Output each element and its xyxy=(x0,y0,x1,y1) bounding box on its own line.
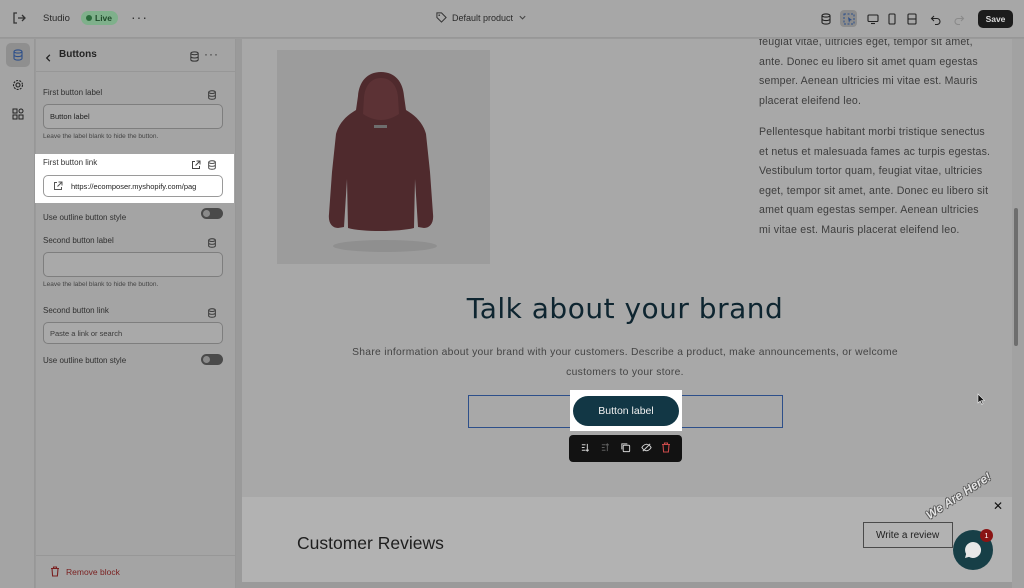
hide-eye-icon[interactable] xyxy=(641,440,652,458)
panel-header: Buttons ··· xyxy=(36,39,236,72)
body-text-column: feugiat vitae, ultricies eget, tempor si… xyxy=(759,39,991,252)
reviews-section: Customer Reviews Write a review xyxy=(242,497,1012,582)
chat-unread-badge: 1 xyxy=(980,529,993,542)
outline-style-toggle[interactable] xyxy=(201,354,223,365)
duplicate-icon[interactable] xyxy=(620,440,631,458)
left-rail xyxy=(0,39,35,588)
outline-style-label: Use outline button style xyxy=(43,213,127,222)
dynamic-source-icon[interactable] xyxy=(207,157,217,175)
dynamic-source-icon[interactable] xyxy=(207,235,217,253)
top-bar: Studio Live ··· Default product Save xyxy=(0,0,1024,38)
first-button-link-group: First button link https://ecomposer.mysh… xyxy=(35,154,234,203)
first-button-label-heading: First button label xyxy=(43,88,103,97)
external-link-icon[interactable] xyxy=(191,157,201,175)
first-button-help-text: Leave the label blank to hide the button… xyxy=(43,133,159,140)
database-icon[interactable] xyxy=(817,10,834,27)
move-up-icon[interactable] xyxy=(600,440,611,458)
product-selector-label: Default product xyxy=(452,12,514,23)
studio-label: Studio xyxy=(43,13,70,24)
trash-icon xyxy=(51,566,59,577)
chat-bubble-icon xyxy=(965,541,982,558)
save-button[interactable]: Save xyxy=(978,10,1013,28)
store-preview: feugiat vitae, ultricies eget, tempor si… xyxy=(242,39,1012,582)
outline-style-label: Use outline button style xyxy=(43,356,127,365)
external-link-icon xyxy=(54,181,63,190)
first-button-label-input[interactable]: Button label xyxy=(43,104,223,129)
apps-icon[interactable] xyxy=(6,102,30,126)
settings-gear-icon[interactable] xyxy=(6,73,30,97)
fullscreen-icon[interactable] xyxy=(903,10,920,27)
live-dot-icon xyxy=(86,15,92,21)
primary-cta-button[interactable]: Button label xyxy=(573,396,679,426)
remove-block-button[interactable]: Remove block xyxy=(50,566,120,577)
second-button-help-text: Leave the label blank to hide the button… xyxy=(43,281,159,288)
more-options-icon[interactable]: ··· xyxy=(204,47,219,61)
block-toolbar xyxy=(569,435,682,462)
sections-icon[interactable] xyxy=(6,43,30,67)
desktop-view-icon[interactable] xyxy=(864,10,881,27)
reviews-heading: Customer Reviews xyxy=(297,533,444,553)
scrollbar-thumb[interactable] xyxy=(1014,208,1018,346)
outline-style-toggle[interactable] xyxy=(201,208,223,219)
brand-description: Share information about your brand with … xyxy=(352,347,898,378)
second-button-label-input[interactable] xyxy=(43,252,223,277)
second-button-link-heading: Second button link xyxy=(43,306,109,315)
back-chevron-icon[interactable] xyxy=(44,50,53,68)
body-paragraph: Pellentesque habitant morbi tristique se… xyxy=(759,126,991,236)
dynamic-source-icon[interactable] xyxy=(207,305,217,323)
write-review-button[interactable]: Write a review xyxy=(863,522,953,548)
dynamic-source-icon[interactable] xyxy=(207,87,217,105)
redo-icon[interactable] xyxy=(950,10,967,27)
mobile-view-icon[interactable] xyxy=(883,10,900,27)
delete-trash-icon[interactable] xyxy=(661,440,671,458)
live-badge-label: Live xyxy=(95,13,113,23)
chevron-down-icon xyxy=(519,15,526,20)
exit-icon[interactable] xyxy=(11,10,27,26)
first-button-link-value: https://ecomposer.myshopify.com/pag xyxy=(71,181,197,191)
product-selector[interactable]: Default product xyxy=(436,12,527,23)
panel-title: Buttons xyxy=(59,49,97,60)
live-status-badge: Live xyxy=(81,11,119,25)
body-paragraph: feugiat vitae, ultricies eget, tempor si… xyxy=(759,39,978,107)
mouse-cursor-icon xyxy=(977,392,986,410)
settings-panel: Buttons ··· First button label Button la… xyxy=(36,39,236,588)
remove-block-label: Remove block xyxy=(66,566,120,577)
undo-icon[interactable] xyxy=(927,10,944,27)
dynamic-source-icon[interactable] xyxy=(189,49,200,67)
close-icon[interactable]: ✕ xyxy=(993,499,1003,513)
brand-heading: Talk about your brand xyxy=(466,292,784,325)
more-options-icon[interactable]: ··· xyxy=(131,10,148,24)
move-block-icon[interactable] xyxy=(580,440,591,458)
divider xyxy=(36,555,236,556)
product-image xyxy=(277,50,490,264)
second-button-label-heading: Second button label xyxy=(43,236,114,245)
tag-icon xyxy=(436,12,447,23)
first-button-link-input[interactable]: https://ecomposer.myshopify.com/pag xyxy=(43,175,223,197)
second-button-link-input[interactable]: Paste a link or search xyxy=(43,322,223,344)
first-button-link-heading: First button link xyxy=(43,158,98,167)
select-mode-icon[interactable] xyxy=(840,10,857,27)
